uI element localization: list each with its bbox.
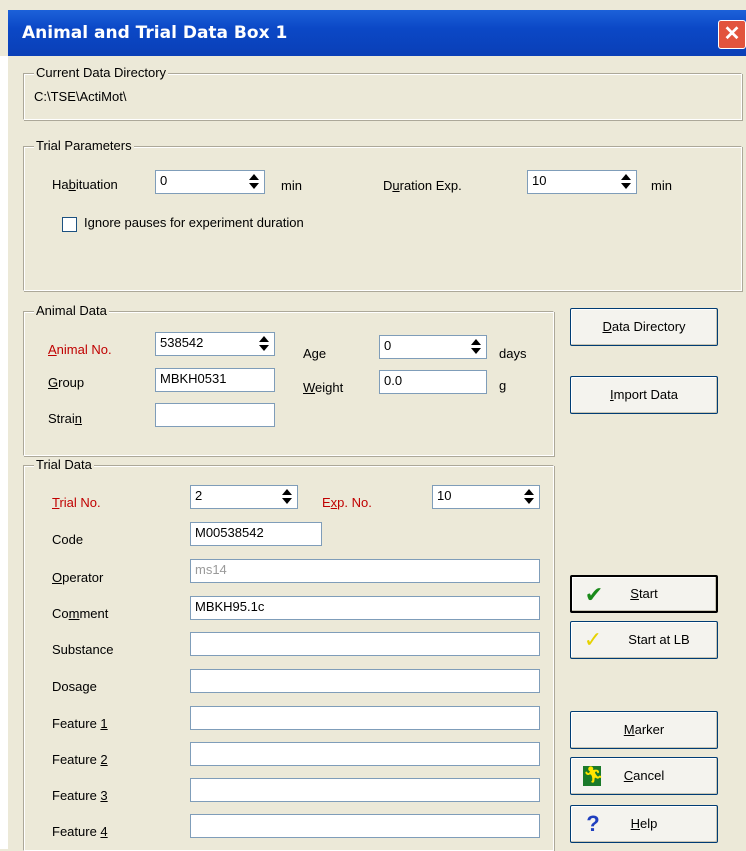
feature2-field[interactable] [190, 742, 540, 766]
checkmark-green-icon: ✔ [584, 582, 604, 607]
weight-label: Weight [303, 380, 344, 395]
cancel-button[interactable]: 🏃︎ Cancel [570, 757, 718, 795]
current-directory-path: C:\TSE\ActiMot\ [34, 89, 127, 104]
comment-label: Comment [52, 606, 109, 621]
habituation-unit: min [281, 178, 302, 193]
animal-no-spinner[interactable]: 538542 [155, 332, 275, 356]
code-label: Code [52, 532, 84, 547]
checkmark-yellow-icon: ✓ [583, 627, 603, 652]
ignore-pauses-checkbox[interactable] [62, 217, 77, 232]
feature3-field[interactable] [190, 778, 540, 802]
animal-no-spin-arrows-icon[interactable] [256, 335, 272, 353]
close-icon: ✕ [723, 23, 741, 45]
start-button[interactable]: ✔ Start [570, 575, 718, 613]
start-at-lb-button[interactable]: ✓ Start at LB [570, 621, 718, 659]
duration-unit: min [651, 178, 672, 193]
code-field[interactable]: M00538542 [190, 522, 322, 546]
comment-field[interactable]: MBKH95.1c [190, 596, 540, 620]
trial-no-spinner[interactable]: 2 [190, 485, 298, 509]
window-title: Animal and Trial Data Box 1 [22, 23, 288, 43]
trial-parameters-legend: Trial Parameters [34, 138, 134, 153]
strain-label: Strain [48, 411, 82, 426]
duration-value[interactable]: 10 [532, 173, 546, 188]
feature2-label: Feature 2 [52, 752, 108, 767]
data-directory-button[interactable]: Data Directory [570, 308, 718, 346]
dialog-body: Current Data Directory C:\TSE\ActiMot\ T… [8, 56, 746, 851]
habituation-label: Habituation [52, 177, 118, 192]
close-button[interactable]: ✕ [718, 20, 746, 49]
substance-label: Substance [52, 642, 114, 657]
marker-button[interactable]: Marker [570, 711, 718, 749]
feature1-field[interactable] [190, 706, 540, 730]
duration-label: Duration Exp. [383, 178, 462, 193]
trial-no-spin-arrows-icon[interactable] [279, 488, 295, 506]
current-directory-legend: Current Data Directory [34, 65, 169, 80]
exp-no-label: Exp. No. [322, 495, 372, 510]
age-value[interactable]: 0 [384, 338, 391, 353]
feature3-label: Feature 3 [52, 788, 108, 803]
operator-label: Operator [52, 570, 104, 585]
help-button[interactable]: ? Help [570, 805, 718, 843]
duration-spinner[interactable]: 10 [527, 170, 637, 194]
weight-unit: g [499, 378, 507, 393]
operator-field: ms14 [190, 559, 540, 583]
dosage-field[interactable] [190, 669, 540, 693]
group-label: Group [48, 375, 85, 390]
trial-data-group: Trial Data Trial No. 2 Exp. No. 10 Code … [23, 457, 554, 851]
dosage-label: Dosage [52, 679, 97, 694]
strain-field[interactable] [155, 403, 275, 427]
exp-no-spin-arrows-icon[interactable] [521, 488, 537, 506]
weight-field[interactable]: 0.0 [379, 370, 487, 394]
habituation-spin-arrows-icon[interactable] [246, 173, 262, 191]
substance-field[interactable] [190, 632, 540, 656]
trial-no-value[interactable]: 2 [195, 488, 202, 503]
trial-parameters-group: Trial Parameters Habituation 0 min Durat… [23, 138, 742, 291]
duration-spin-arrows-icon[interactable] [618, 173, 634, 191]
start-at-lb-label: Start at LB [628, 632, 690, 647]
age-label: Age [303, 346, 327, 361]
age-unit: days [499, 346, 527, 361]
question-mark-icon: ? [586, 811, 600, 836]
feature1-label: Feature 1 [52, 716, 108, 731]
trial-no-label: Trial No. [52, 495, 101, 510]
feature4-field[interactable] [190, 814, 540, 838]
background-edge [0, 56, 8, 849]
animal-no-value[interactable]: 538542 [160, 335, 203, 350]
animal-no-label: Animal No. [48, 342, 112, 357]
ignore-pauses-label[interactable]: Ignore pauses for experiment duration [84, 215, 304, 230]
exp-no-spinner[interactable]: 10 [432, 485, 540, 509]
age-spinner[interactable]: 0 [379, 335, 487, 359]
current-directory-group: Current Data Directory C:\TSE\ActiMot\ [23, 65, 742, 120]
animal-data-legend: Animal Data [34, 303, 109, 318]
habituation-spinner[interactable]: 0 [155, 170, 265, 194]
help-label: Help [630, 816, 658, 831]
age-spin-arrows-icon[interactable] [468, 338, 484, 356]
import-data-button[interactable]: Import Data [570, 376, 718, 414]
habituation-value[interactable]: 0 [160, 173, 167, 188]
exp-no-value[interactable]: 10 [437, 488, 451, 503]
start-label: Start [630, 586, 658, 601]
title-bar[interactable]: Animal and Trial Data Box 1 ✕ [8, 10, 746, 56]
group-field[interactable]: MBKH0531 [155, 368, 275, 392]
cancel-label: Cancel [623, 768, 665, 783]
feature4-label: Feature 4 [52, 824, 108, 839]
trial-data-legend: Trial Data [34, 457, 94, 472]
running-man-exit-icon: 🏃︎ [583, 766, 604, 786]
animal-data-group: Animal Data Animal No. 538542 Group MBKH… [23, 303, 554, 456]
